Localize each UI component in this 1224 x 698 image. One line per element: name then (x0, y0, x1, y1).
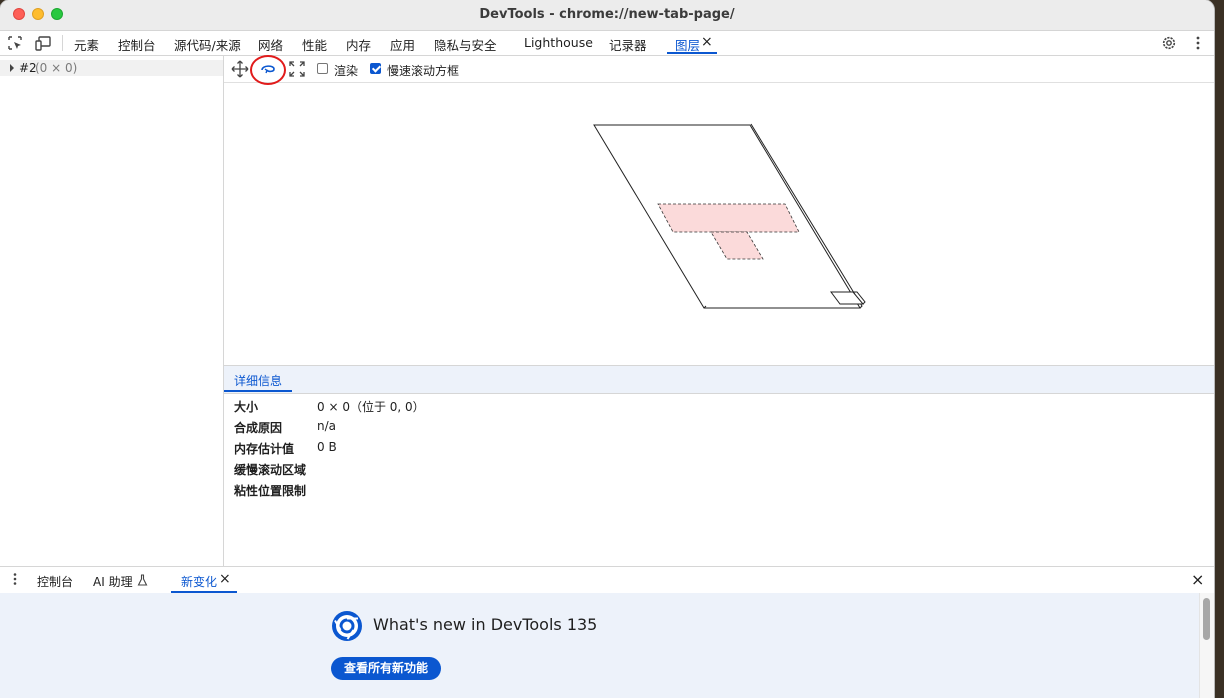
detail-key-compositing-reasons: 合成原因 (234, 421, 283, 435)
detail-value-size: 0 × 0（位于 0, 0） (317, 400, 425, 414)
tab-recorder[interactable]: 记录器 (609, 35, 647, 54)
more-options-icon[interactable] (1190, 35, 1206, 51)
drawer-tab-bar: 控制台 AI 助理 新变化 × × (0, 566, 1214, 594)
detail-value-compositing-reasons: n/a (317, 419, 337, 433)
detail-key-slow-scroll-regions: 缓慢滚动区域 (234, 463, 307, 477)
detail-key-memory-estimate: 内存估计值 (234, 442, 295, 456)
title-bar: DevTools - chrome://new-tab-page/ (0, 0, 1214, 31)
drawer-tab-console[interactable]: 控制台 (37, 573, 73, 590)
close-drawer-icon[interactable]: × (1191, 570, 1204, 589)
tab-console[interactable]: 控制台 (118, 35, 156, 54)
tab-elements[interactable]: 元素 (74, 35, 99, 54)
drawer-menu-icon[interactable] (8, 572, 22, 586)
toolbar-divider (62, 35, 63, 51)
layer-tree-pane: #2 (0 × 0) (0, 56, 224, 566)
main-tab-bar: 元素 控制台 源代码/来源 网络 性能 内存 应用 隐私与安全 Lighthou… (0, 31, 1214, 56)
detail-key-sticky-position-constraint: 粘性位置限制 (234, 484, 307, 498)
tab-sources[interactable]: 源代码/来源 (174, 35, 241, 54)
slow-scroll-rect-bottom (710, 231, 764, 260)
experiment-flask-icon (137, 574, 148, 586)
paints-checkbox-label: 渲染 (334, 64, 359, 78)
whats-new-title: What's new in DevTools 135 (373, 615, 598, 634)
close-whats-new-tab-icon[interactable]: × (219, 571, 231, 587)
layers-3d-canvas[interactable] (224, 83, 1214, 365)
tab-memory[interactable]: 内存 (346, 35, 371, 54)
pan-mode-icon[interactable] (231, 60, 249, 78)
inspect-element-icon[interactable] (7, 35, 23, 51)
slow-scroll-rects-label: 慢速滚动方框 (387, 64, 460, 78)
slow-scroll-rects-checkbox[interactable] (370, 63, 381, 74)
drawer-tab-ai-assistance[interactable]: AI 助理 (93, 573, 133, 590)
window-title: DevTools - chrome://new-tab-page/ (479, 7, 735, 22)
details-tab-bar: 详细信息 (224, 365, 1214, 394)
paints-checkbox[interactable] (317, 63, 328, 74)
device-toolbar-icon[interactable] (35, 35, 51, 51)
reset-transform-icon[interactable] (288, 60, 306, 78)
devtools-window: DevTools - chrome://new-tab-page/ 元素 控制台… (0, 0, 1214, 698)
active-tab-indicator (667, 52, 717, 54)
drawer-scrollbar-thumb[interactable] (1203, 598, 1210, 640)
devtools-logo-icon (332, 611, 362, 641)
layer-dimensions: (0 × 0) (35, 61, 78, 75)
highlight-annotation-circle (250, 55, 286, 85)
layer-tree-item[interactable]: #2 (0 × 0) (0, 60, 223, 76)
tab-application[interactable]: 应用 (390, 35, 415, 54)
expand-arrow-icon[interactable] (10, 64, 14, 72)
settings-gear-icon[interactable] (1161, 35, 1177, 51)
whats-new-panel (0, 593, 1199, 698)
layers-view-pane: 渲染 慢速滚动方框 详细信息 大小 0 × 0（位于 0, 0） 合成原因 n/… (224, 55, 1214, 566)
tab-network[interactable]: 网络 (258, 35, 283, 54)
detail-key-size: 大小 (234, 400, 259, 414)
tab-details[interactable]: 详细信息 (234, 372, 282, 389)
see-all-features-button[interactable]: 查看所有新功能 (331, 657, 441, 680)
slow-scroll-rect-top (657, 203, 800, 233)
layers-toolbar: 渲染 慢速滚动方框 (224, 55, 1214, 85)
tab-lighthouse[interactable]: Lighthouse (524, 35, 593, 50)
tab-privacy-security[interactable]: 隐私与安全 (434, 35, 497, 54)
drawer-tab-whats-new[interactable]: 新变化 (181, 573, 217, 590)
close-layers-tab-icon[interactable]: × (701, 34, 713, 50)
tab-performance[interactable]: 性能 (302, 35, 327, 54)
details-tab-indicator (224, 390, 292, 392)
detail-value-memory-estimate: 0 B (317, 440, 337, 454)
